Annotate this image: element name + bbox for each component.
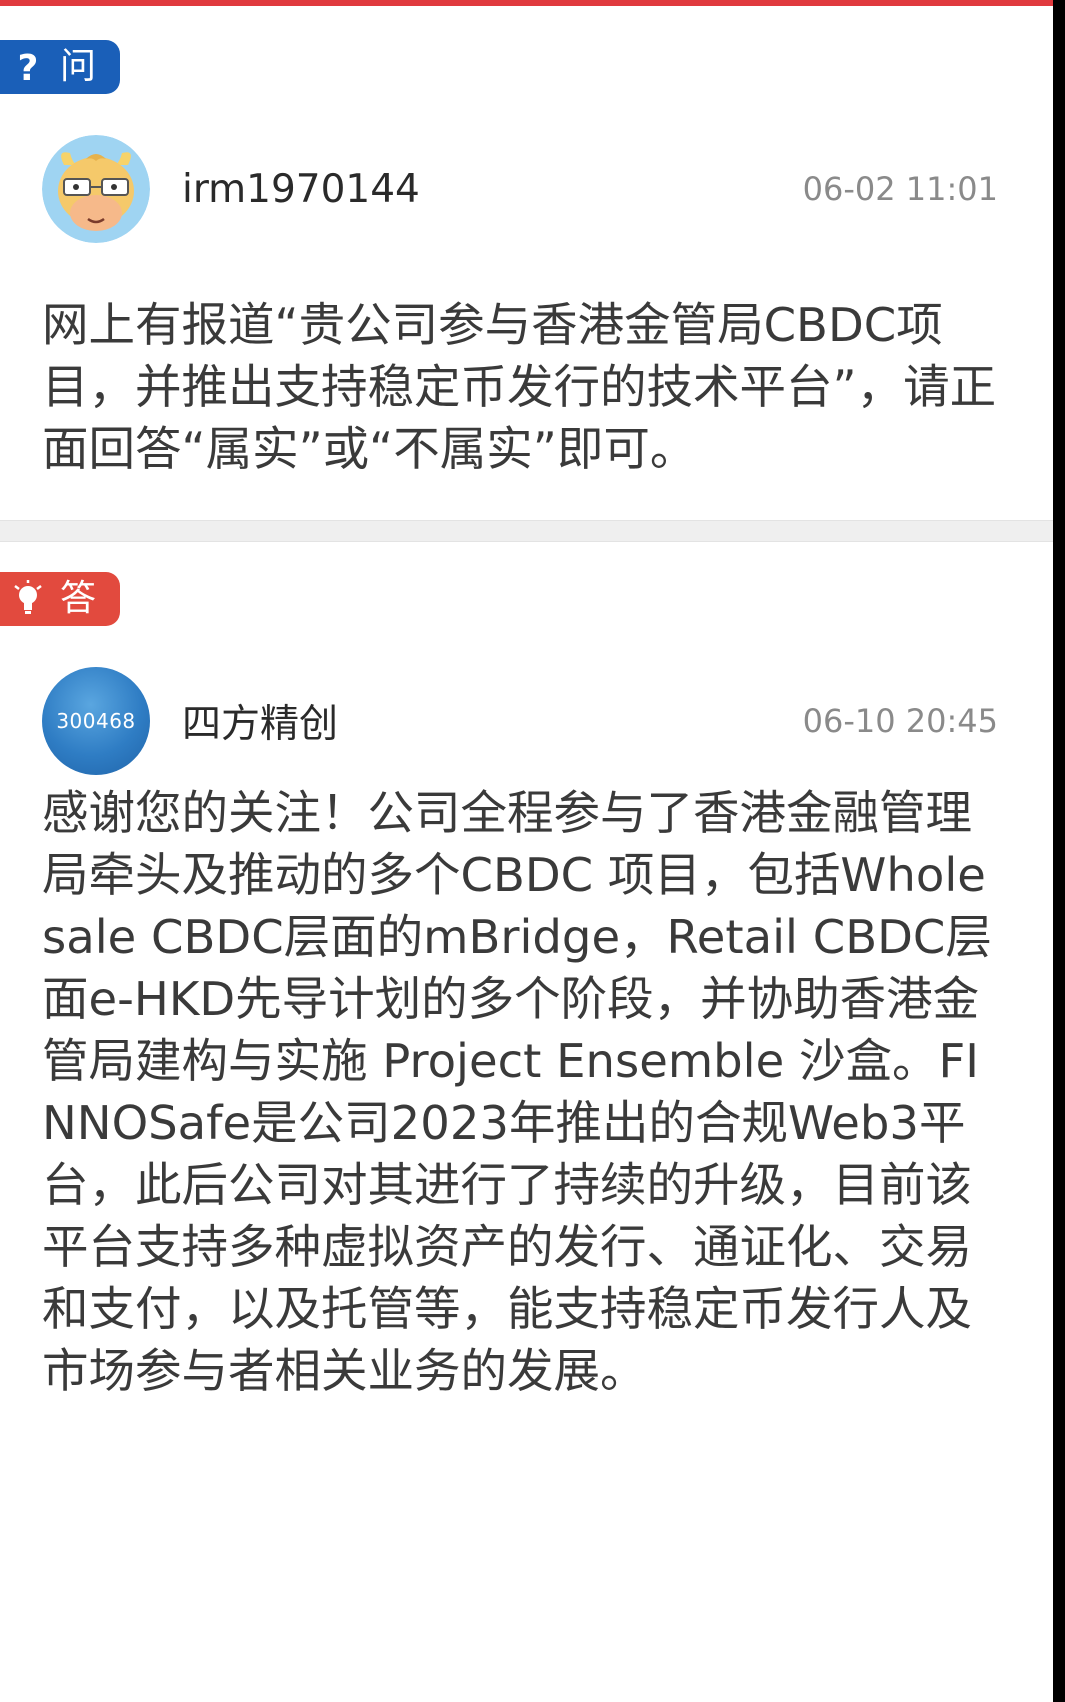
question-timestamp: 06-02 11:01 [802,170,998,208]
answer-tag: 答 [0,572,120,626]
answer-section: 答 300468 四方精创 06-10 20:45 感谢您的关注！公司全程参与了… [0,542,1053,1702]
question-tag: ? 问 [0,40,120,94]
cartoon-cow-avatar-icon [42,135,150,243]
answer-text: 感谢您的关注！公司全程参与了香港金融管理局牵头及推动的多个CBDC 项目，包括W… [42,786,992,1398]
section-divider [0,520,1053,542]
company-avatar-code: 300468 [56,709,136,733]
question-section: ? 问 irm1970144 06-02 11:01 网上有报道“贵公司参与香港… [0,6,1053,520]
answer-tag-label: 答 [60,578,97,619]
lightbulb-icon [10,579,46,619]
question-mark-icon: ? [10,47,46,87]
question-tag-label: 问 [60,46,97,87]
answer-user-row: 300468 四方精创 06-10 20:45 [42,666,998,776]
question-username[interactable]: irm1970144 [182,167,803,212]
question-text: 网上有报道“贵公司参与香港金管局CBDC项目，并推出支持稳定币发行的技术平台”，… [42,298,997,476]
qa-page: ? 问 irm1970144 06-02 11:01 网上有报道“贵公司参与香港… [0,0,1065,1702]
user-avatar[interactable] [42,135,150,243]
company-avatar[interactable]: 300468 [42,667,150,775]
answer-username[interactable]: 四方精创 [182,693,803,749]
svg-text:?: ? [18,48,39,86]
question-user-row: irm1970144 06-02 11:01 [42,134,998,244]
answer-timestamp: 06-10 20:45 [802,702,998,740]
screen-edge [1053,0,1065,1702]
